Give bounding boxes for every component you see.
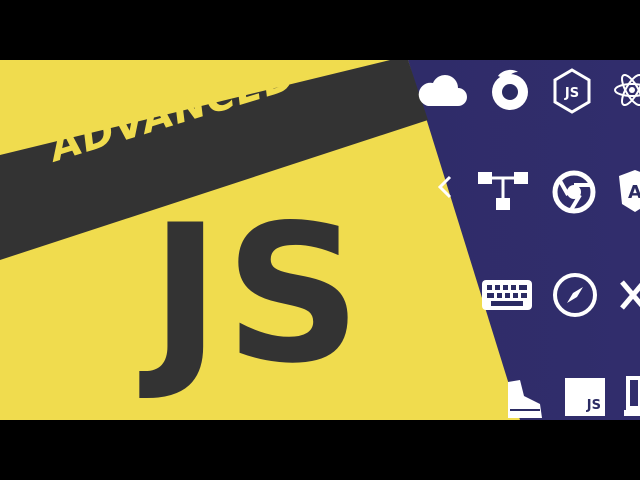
safari-icon xyxy=(553,273,597,317)
angular-icon: A xyxy=(619,170,640,212)
thumbnail-content: ADVANCED JS JS A JS xyxy=(0,60,640,420)
sitemap-icon xyxy=(478,172,528,210)
svg-text:JS: JS xyxy=(564,86,579,101)
laptop-icon xyxy=(624,376,640,416)
shoe-icon xyxy=(508,380,542,418)
js-square-label: JS xyxy=(586,398,601,413)
keyboard-icon xyxy=(482,280,532,310)
js-heading: JS xyxy=(150,184,366,405)
firefox-icon xyxy=(492,69,528,110)
nodejs-icon: JS xyxy=(553,68,591,114)
share-icon xyxy=(437,175,452,199)
react-icon xyxy=(614,73,640,107)
video-frame: ADVANCED JS JS A JS xyxy=(0,0,640,480)
js-square-icon: JS xyxy=(565,378,605,416)
close-icon xyxy=(620,280,640,310)
chrome-icon xyxy=(552,170,596,214)
cloud-icon xyxy=(418,75,467,106)
svg-text:A: A xyxy=(628,182,640,203)
